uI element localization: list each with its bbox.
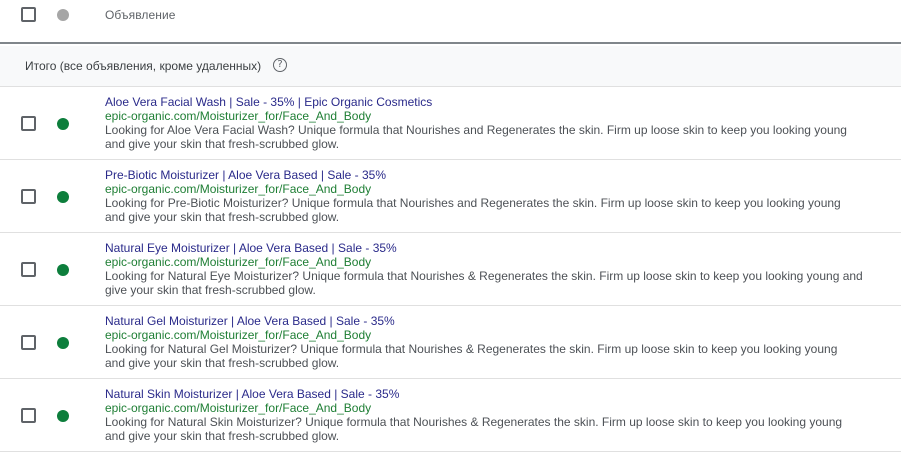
table-row: Natural Gel Moisturizer | Aloe Vera Base…: [0, 306, 901, 379]
ad-display-url: epic-organic.com/Moisturizer_for/Face_An…: [105, 401, 372, 415]
help-icon[interactable]: ?: [273, 58, 287, 72]
ad-preview: Aloe Vera Facial Wash | Sale - 35% | Epi…: [105, 95, 875, 151]
ad-description-line1: Looking for Aloe Vera Facial Wash? Uniqu…: [105, 123, 847, 137]
ad-preview: Natural Gel Moisturizer | Aloe Vera Base…: [105, 314, 875, 370]
ad-description-line1: Looking for Pre-Biotic Moisturizer? Uniq…: [105, 196, 841, 210]
ads-table: Объявление Итого (все объявления, кроме …: [0, 0, 901, 453]
ad-headline-link[interactable]: Natural Eye Moisturizer | Aloe Vera Base…: [105, 241, 875, 255]
select-all-checkbox[interactable]: [21, 7, 36, 22]
row-checkbox[interactable]: [21, 262, 36, 277]
ad-description-line2: and give your skin that fresh-scrubbed g…: [105, 356, 340, 370]
ad-description-line2: and give your skin that fresh-scrubbed g…: [105, 210, 340, 224]
status-enabled-icon: [57, 191, 69, 203]
summary-label: Итого (все объявления, кроме удаленных): [25, 59, 262, 73]
row-checkbox[interactable]: [21, 408, 36, 423]
ad-preview: Natural Eye Moisturizer | Aloe Vera Base…: [105, 241, 875, 297]
table-row: Natural Skin Moisturizer | Aloe Vera Bas…: [0, 379, 901, 452]
status-column-icon: [57, 9, 69, 21]
table-row: Pre-Biotic Moisturizer | Aloe Vera Based…: [0, 160, 901, 233]
table-header-row: Объявление: [0, 0, 901, 44]
ad-headline-link[interactable]: Aloe Vera Facial Wash | Sale - 35% | Epi…: [105, 95, 875, 109]
ad-headline-link[interactable]: Natural Gel Moisturizer | Aloe Vera Base…: [105, 314, 875, 328]
ad-description-line1: Looking for Natural Skin Moisturizer? Un…: [105, 415, 843, 429]
status-enabled-icon: [57, 264, 69, 276]
ad-description-line1: Looking for Natural Gel Moisturizer? Uni…: [105, 342, 838, 356]
summary-row: Итого (все объявления, кроме удаленных) …: [0, 46, 901, 87]
ad-preview: Natural Skin Moisturizer | Aloe Vera Bas…: [105, 387, 875, 443]
ad-display-url: epic-organic.com/Moisturizer_for/Face_An…: [105, 109, 372, 123]
table-row: Aloe Vera Facial Wash | Sale - 35% | Epi…: [0, 87, 901, 160]
ad-description-line1: Looking for Natural Eye Moisturizer? Uni…: [105, 269, 863, 283]
ad-display-url: epic-organic.com/Moisturizer_for/Face_An…: [105, 328, 372, 342]
ad-headline-link[interactable]: Natural Skin Moisturizer | Aloe Vera Bas…: [105, 387, 875, 401]
ad-description-line2: and give your skin that fresh-scrubbed g…: [105, 429, 340, 443]
row-checkbox[interactable]: [21, 335, 36, 350]
ad-preview: Pre-Biotic Moisturizer | Aloe Vera Based…: [105, 168, 875, 224]
ad-description-line2: give your skin that fresh-scrubbed glow.: [105, 283, 316, 297]
table-row: Natural Eye Moisturizer | Aloe Vera Base…: [0, 233, 901, 306]
row-checkbox[interactable]: [21, 189, 36, 204]
ad-display-url: epic-organic.com/Moisturizer_for/Face_An…: [105, 255, 372, 269]
status-enabled-icon: [57, 337, 69, 349]
ad-display-url: epic-organic.com/Moisturizer_for/Face_An…: [105, 182, 372, 196]
row-checkbox[interactable]: [21, 116, 36, 131]
status-enabled-icon: [57, 410, 69, 422]
ad-description-line2: and give your skin that fresh-scrubbed g…: [105, 137, 340, 151]
status-enabled-icon: [57, 118, 69, 130]
column-header-ad[interactable]: Объявление: [105, 8, 176, 22]
ad-headline-link[interactable]: Pre-Biotic Moisturizer | Aloe Vera Based…: [105, 168, 875, 182]
